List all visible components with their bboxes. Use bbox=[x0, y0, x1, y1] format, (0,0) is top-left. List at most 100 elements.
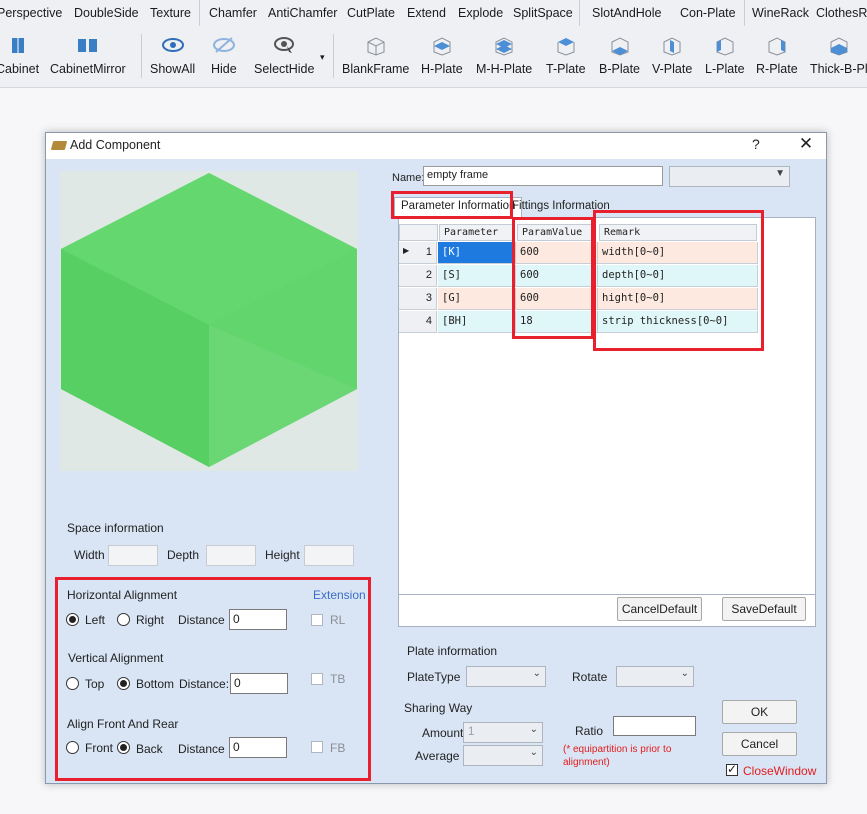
cabinet-button[interactable]: Cabinet bbox=[0, 36, 39, 82]
template-dropdown[interactable]: ▼ bbox=[669, 166, 790, 187]
m-h-plate-label: M-H-Plate bbox=[476, 62, 533, 76]
dialog-title: Add Component bbox=[70, 138, 161, 152]
ok-button[interactable]: OK bbox=[722, 700, 797, 724]
con-plate-button[interactable]: Con-Plate bbox=[680, 6, 736, 20]
blank-frame-button[interactable]: BlankFrame bbox=[342, 36, 409, 82]
perspective-button[interactable]: Perspective bbox=[0, 6, 62, 20]
explode-button[interactable]: Explode bbox=[458, 6, 503, 20]
chevron-down-icon: ⌄ bbox=[529, 747, 538, 758]
amount-label: Amount bbox=[422, 726, 464, 740]
grid-cell-parameter[interactable]: [BH] bbox=[438, 311, 516, 333]
row-number: 2 bbox=[425, 269, 432, 281]
clothes-rod-button[interactable]: ClothesRo bbox=[816, 6, 867, 20]
highlight-parameter-tab bbox=[391, 191, 513, 219]
r-plate-button[interactable]: R-Plate bbox=[756, 36, 798, 82]
grid-cell-parameter[interactable]: [K] bbox=[438, 242, 516, 264]
r-plate-icon bbox=[756, 36, 798, 56]
rotate-dropdown[interactable]: ⌄ bbox=[616, 666, 694, 687]
ratio-input[interactable] bbox=[613, 716, 696, 736]
add-component-dialog: Add Component ? ✕ Space information Widt… bbox=[45, 132, 827, 784]
row-header[interactable]: 2 bbox=[399, 265, 437, 287]
highlight-alignment-box bbox=[55, 577, 371, 781]
ribbon-separator bbox=[579, 0, 580, 26]
component-preview bbox=[60, 171, 358, 471]
slot-and-hole-button[interactable]: SlotAndHole bbox=[592, 6, 662, 20]
split-space-button[interactable]: SplitSpace bbox=[513, 6, 573, 20]
select-hide-dropdown-arrow[interactable]: ▾ bbox=[320, 52, 325, 87]
plate-type-dropdown[interactable]: ⌄ bbox=[466, 666, 546, 687]
select-hide-label: SelectHide bbox=[254, 62, 315, 76]
row-header[interactable]: ▶ 1 bbox=[399, 242, 437, 264]
row-header[interactable]: 3 bbox=[399, 288, 437, 310]
width-field[interactable] bbox=[108, 545, 158, 566]
texture-button[interactable]: Texture bbox=[150, 6, 191, 20]
chamfer-button[interactable]: Chamfer bbox=[209, 6, 257, 20]
b-plate-button[interactable]: B-Plate bbox=[599, 36, 640, 82]
v-plate-button[interactable]: V-Plate bbox=[652, 36, 692, 82]
h-plate-label: H-Plate bbox=[421, 62, 463, 76]
width-label: Width bbox=[74, 548, 105, 562]
t-plate-button[interactable]: T-Plate bbox=[546, 36, 586, 82]
cabinet-mirror-icon bbox=[50, 36, 126, 56]
select-hide-button[interactable]: SelectHide bbox=[254, 36, 314, 82]
blank-frame-label: BlankFrame bbox=[342, 62, 410, 76]
ratio-label: Ratio bbox=[575, 724, 604, 738]
parameter-column-header[interactable]: Parameter bbox=[439, 224, 515, 241]
wine-rack-button[interactable]: WineRack bbox=[752, 6, 809, 20]
height-field[interactable] bbox=[304, 545, 354, 566]
double-side-button[interactable]: DoubleSide bbox=[74, 6, 139, 20]
cancel-button[interactable]: Cancel bbox=[722, 732, 797, 756]
cut-plate-button[interactable]: CutPlate bbox=[347, 6, 395, 20]
hidden-eye-icon bbox=[211, 36, 237, 56]
extend-button[interactable]: Extend bbox=[407, 6, 446, 20]
hide-label: Hide bbox=[211, 62, 237, 76]
grid-cell-parameter[interactable]: [S] bbox=[438, 265, 516, 287]
eye-icon bbox=[150, 36, 195, 56]
dialog-title-bar: Add Component ? ✕ bbox=[46, 133, 826, 159]
cancel-default-button[interactable]: CancelDefault bbox=[617, 597, 702, 621]
blank-frame-icon bbox=[342, 36, 409, 56]
ribbon-separator bbox=[141, 34, 142, 78]
anti-chamfer-button[interactable]: AntiChamfer bbox=[268, 6, 337, 20]
cabinet-mirror-button[interactable]: CabinetMirror bbox=[50, 36, 126, 82]
ribbon-toolbar: Perspective DoubleSide Texture Chamfer A… bbox=[0, 0, 867, 88]
equipartition-note-line1: (* equipartition is prior to bbox=[563, 744, 672, 755]
t-plate-label: T-Plate bbox=[546, 62, 586, 76]
h-plate-button[interactable]: H-Plate bbox=[421, 36, 463, 82]
save-default-button[interactable]: SaveDefault bbox=[722, 597, 806, 621]
name-label: Name: bbox=[392, 172, 425, 184]
rotate-label: Rotate bbox=[572, 670, 608, 684]
thick-b-plate-label: Thick-B-Pl bbox=[810, 62, 867, 76]
chevron-down-icon: ▼ bbox=[775, 168, 785, 179]
l-plate-icon bbox=[705, 36, 745, 56]
chevron-down-icon: ⌄ bbox=[680, 668, 689, 679]
row-header[interactable]: 4 bbox=[399, 311, 437, 333]
dialog-app-icon bbox=[50, 141, 68, 150]
highlight-remark-column bbox=[593, 210, 764, 351]
show-all-label: ShowAll bbox=[150, 62, 196, 76]
cabinet-label: Cabinet bbox=[0, 62, 40, 76]
plate-type-label: PlateType bbox=[407, 670, 461, 684]
show-all-button[interactable]: ShowAll bbox=[150, 36, 195, 82]
current-row-arrow-icon: ▶ bbox=[403, 246, 410, 255]
name-input[interactable]: empty frame bbox=[423, 166, 663, 186]
b-plate-icon bbox=[599, 36, 640, 56]
thick-b-plate-button[interactable]: Thick-B-Pl bbox=[810, 36, 867, 82]
close-window-checkbox[interactable] bbox=[726, 762, 738, 776]
m-h-plate-button[interactable]: M-H-Plate bbox=[476, 36, 532, 82]
average-dropdown[interactable]: ⌄ bbox=[463, 745, 543, 766]
hide-button[interactable]: Hide bbox=[211, 36, 237, 82]
help-button[interactable]: ? bbox=[752, 136, 760, 152]
depth-label: Depth bbox=[167, 548, 200, 562]
row-header-corner bbox=[399, 224, 438, 241]
height-label: Height bbox=[265, 548, 300, 562]
l-plate-label: L-Plate bbox=[705, 62, 745, 76]
amount-dropdown[interactable]: 1 ⌄ bbox=[463, 722, 543, 743]
close-button[interactable]: ✕ bbox=[796, 134, 816, 154]
depth-field[interactable] bbox=[206, 545, 256, 566]
grid-cell-parameter[interactable]: [G] bbox=[438, 288, 516, 310]
space-information-label: Space information bbox=[67, 521, 164, 535]
green-cube-image bbox=[61, 173, 357, 467]
highlight-paramvalue-column bbox=[512, 217, 594, 339]
l-plate-button[interactable]: L-Plate bbox=[705, 36, 745, 82]
